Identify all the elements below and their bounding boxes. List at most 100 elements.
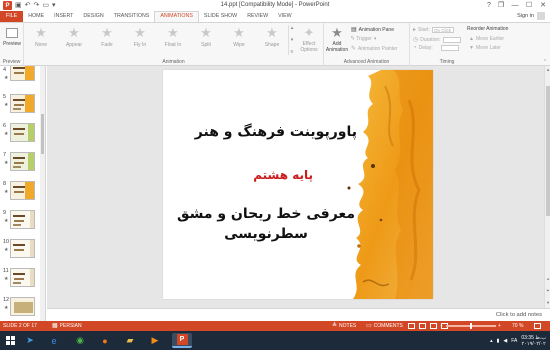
tray-expand-icon[interactable]: ▴: [490, 338, 493, 344]
move-later-button[interactable]: ▼ Move Later: [469, 45, 501, 51]
tab-transitions[interactable]: TRANSITIONS: [109, 11, 155, 22]
zoom-level[interactable]: 70 %: [512, 321, 523, 331]
customize-toolbar-icon[interactable]: ▾: [52, 2, 56, 9]
thumbnail-scrollbar[interactable]: [40, 66, 45, 321]
scroll-down-icon[interactable]: ▼: [545, 300, 550, 305]
account-avatar[interactable]: [537, 12, 545, 20]
slide-thumbnail[interactable]: [10, 239, 35, 258]
save-icon[interactable]: ▣: [15, 2, 22, 9]
delay-clock-icon: ◔: [413, 45, 417, 51]
help-icon[interactable]: ?: [484, 0, 494, 11]
zoom-slider-thumb[interactable]: [470, 323, 472, 329]
move-earlier-button[interactable]: ▲ Move Earlier: [469, 36, 504, 42]
comments-toggle[interactable]: ▭ COMMENTS: [366, 321, 403, 331]
star-icon: ★: [266, 25, 278, 40]
delay-input[interactable]: [440, 45, 459, 51]
slide-thumbnail[interactable]: [10, 66, 35, 81]
duration-setting: ◷ Duration:: [413, 36, 461, 43]
keyboard-language[interactable]: FA: [511, 338, 517, 344]
animation-wipe[interactable]: ★ Wipe: [224, 26, 254, 49]
animation-shape[interactable]: ★ Shape: [257, 25, 287, 49]
notes-pane[interactable]: Click to add notes: [47, 308, 550, 321]
slide-thumbnail[interactable]: [10, 123, 35, 142]
file-explorer-icon[interactable]: ▰: [122, 333, 138, 348]
slide-thumbnail-pane: 4 ★ 5 ★ 6 ★ 7 ★ 8 ★ 9 ★ 10 ★ 11 ★ 12 ★: [0, 66, 46, 321]
reading-view-icon[interactable]: [430, 323, 437, 329]
normal-view-icon[interactable]: [408, 323, 415, 329]
maximize-button[interactable]: ☐: [522, 0, 536, 11]
notes-toggle[interactable]: ≜ NOTES: [332, 321, 356, 331]
slide-subtitle[interactable]: پایه هشتم: [253, 168, 313, 182]
animation-appear[interactable]: ★ Appear: [59, 26, 89, 49]
close-button[interactable]: ✕: [536, 0, 550, 11]
slide-sorter-icon[interactable]: [419, 323, 426, 329]
minimize-button[interactable]: —: [508, 0, 522, 11]
add-animation-icon: ★: [331, 25, 343, 40]
animation-fade[interactable]: ★ Fade: [92, 26, 122, 49]
zoom-out-button[interactable]: −: [440, 321, 443, 331]
ribbon-display-options-icon[interactable]: ❐: [494, 0, 508, 11]
firefox-icon[interactable]: ●: [97, 333, 113, 348]
undo-icon[interactable]: ↶: [25, 2, 31, 9]
scroll-up-icon[interactable]: ▲: [545, 67, 550, 72]
notes-placeholder[interactable]: Click to add notes: [496, 312, 542, 318]
slide-title[interactable]: پاورپوینت فرهنگ و هنر: [195, 124, 357, 140]
animation-none[interactable]: ★ None: [26, 26, 56, 49]
chevron-up-icon[interactable]: ▴: [291, 25, 294, 31]
tab-file[interactable]: FILE: [0, 11, 24, 22]
animation-pane-button[interactable]: ▤ Animation Pane: [351, 26, 394, 34]
language-indicator[interactable]: ▦ PERSIAN: [52, 321, 82, 331]
clock[interactable]: 03:35 ب.ظ ۲۰۱۹/۰۲/۰۲: [521, 335, 546, 347]
tab-view[interactable]: VIEW: [273, 11, 297, 22]
animation-pane-icon: ▤: [351, 27, 357, 33]
animation-painter-button[interactable]: ✎ Animation Painter: [351, 45, 398, 53]
timing-group: ▸ Start: On Click ◷ Duration: ◔ Delay: R…: [413, 26, 547, 65]
chevron-down-icon[interactable]: ▾: [291, 37, 294, 43]
powerpoint-app-icon[interactable]: P: [3, 1, 12, 10]
animation-star-icon: ★: [4, 189, 9, 195]
sign-in-link[interactable]: Sign in: [517, 13, 534, 19]
slide-thumbnail[interactable]: [10, 181, 35, 200]
animation-fly-in[interactable]: ★ Fly In: [125, 25, 155, 49]
internet-explorer-icon[interactable]: e: [46, 333, 62, 348]
start-button[interactable]: [2, 333, 18, 348]
next-slide-icon[interactable]: ⏷: [545, 288, 550, 293]
tab-slide-show[interactable]: SLIDE SHOW: [199, 11, 242, 22]
effect-options-button[interactable]: ✦ Effect Options: [294, 26, 324, 54]
tab-insert[interactable]: INSERT: [49, 11, 78, 22]
fit-slide-icon[interactable]: [534, 323, 541, 329]
start-slideshow-icon[interactable]: ▭: [42, 2, 49, 9]
tab-review[interactable]: REVIEW: [242, 11, 273, 22]
slide-thumbnail[interactable]: [10, 152, 35, 171]
network-icon[interactable]: ▮: [497, 338, 500, 344]
duration-input[interactable]: [442, 36, 461, 43]
star-icon: ★: [134, 25, 146, 40]
slide-body-text[interactable]: معرفی خط ریحان و مشق سطرنویسی: [177, 204, 355, 244]
trigger-button[interactable]: ϟ Trigger ▾: [351, 36, 376, 42]
animation-split[interactable]: ★ Split: [191, 26, 221, 49]
telegram-icon[interactable]: ➤: [22, 333, 38, 348]
zoom-in-button[interactable]: +: [498, 321, 501, 331]
tab-animations[interactable]: ANIMATIONS: [154, 11, 199, 22]
slide-thumbnail[interactable]: [10, 268, 35, 287]
chrome-icon[interactable]: ◉: [72, 333, 88, 348]
previous-slide-icon[interactable]: ⏶: [545, 276, 550, 281]
gallery-more-icon[interactable]: ≡: [291, 49, 294, 55]
preview-button[interactable]: Preview: [0, 26, 27, 47]
add-animation-button[interactable]: ★ Add Animation: [322, 25, 352, 54]
tab-design[interactable]: DESIGN: [78, 11, 108, 22]
animation-float-in[interactable]: ★ Float In: [158, 26, 188, 49]
media-player-icon[interactable]: ▶: [147, 333, 163, 348]
collapse-ribbon-icon[interactable]: ⌃: [543, 59, 547, 65]
slide-thumbnail[interactable]: [10, 210, 35, 229]
redo-icon[interactable]: ↷: [34, 2, 40, 9]
slide-thumbnail[interactable]: [10, 297, 35, 316]
volume-icon[interactable]: ◀: [503, 338, 507, 344]
slide-thumbnail[interactable]: [10, 94, 35, 113]
tab-home[interactable]: HOME: [23, 11, 49, 22]
start-select[interactable]: On Click: [431, 26, 454, 33]
zoom-slider[interactable]: [446, 323, 496, 329]
slide-scrollbar[interactable]: ▲ ⏶ ⏷ ▼: [544, 66, 550, 308]
powerpoint-taskbar-icon[interactable]: P: [172, 333, 192, 348]
current-slide[interactable]: پاورپوینت فرهنگ و هنر پایه هشتم معرفی خط…: [163, 70, 433, 299]
